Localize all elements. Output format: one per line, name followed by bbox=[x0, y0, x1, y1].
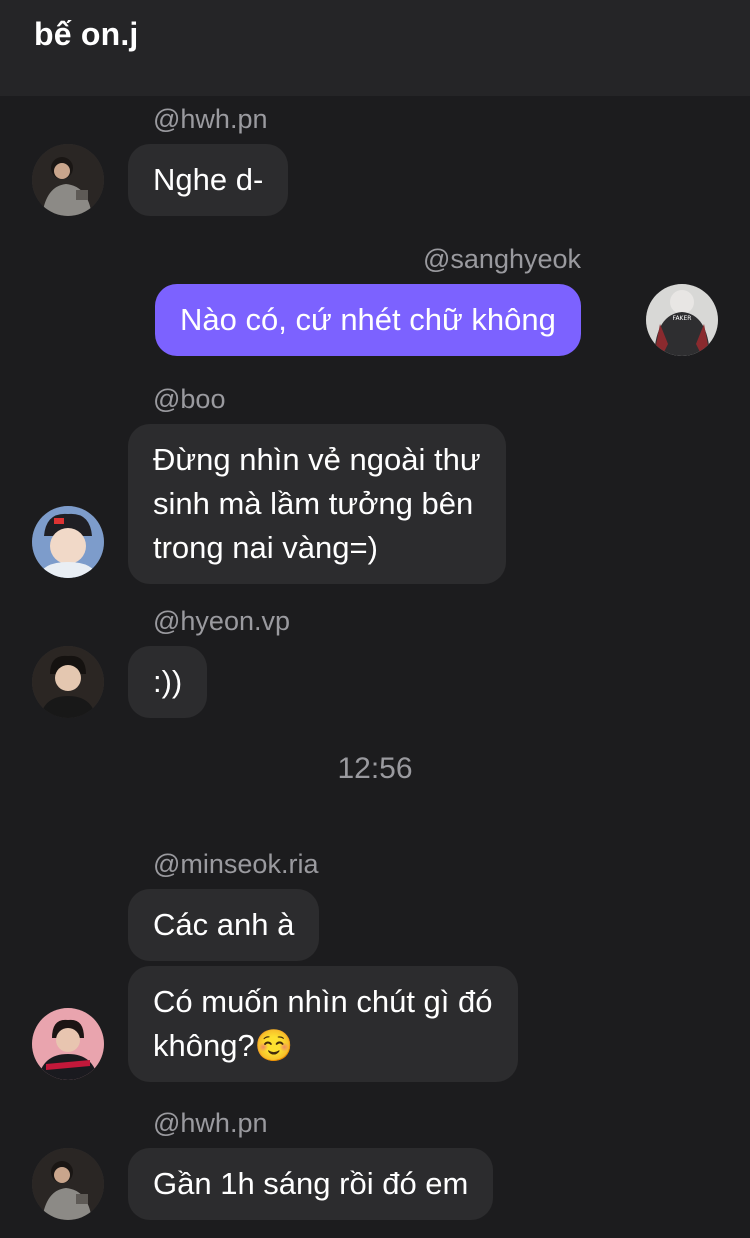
avatar-minseok[interactable] bbox=[32, 1008, 104, 1080]
avatar-hwh[interactable] bbox=[32, 1148, 104, 1220]
chat-title[interactable]: bế on.j bbox=[34, 16, 139, 53]
message-bubble[interactable]: Gần 1h sáng rồi đó em bbox=[128, 1148, 494, 1220]
svg-text:FAKER: FAKER bbox=[673, 315, 692, 322]
message-timestamp: 12:56 bbox=[337, 752, 413, 785]
my-message-bubble[interactable]: Nào có, cứ nhét chữ không bbox=[155, 284, 581, 356]
message-username[interactable]: @minseok.ria bbox=[153, 849, 318, 880]
avatar-sanghyeok[interactable]: FAKER bbox=[646, 284, 718, 356]
message-username[interactable]: @hyeon.vp bbox=[153, 606, 290, 637]
message-username[interactable]: @hwh.pn bbox=[153, 104, 267, 135]
message-username[interactable]: @boo bbox=[153, 384, 225, 415]
message-username[interactable]: @hwh.pn bbox=[153, 1108, 267, 1139]
message-username[interactable]: @sanghyeok bbox=[423, 244, 581, 275]
avatar-boo[interactable] bbox=[32, 506, 104, 578]
message-bubble[interactable]: Các anh à bbox=[128, 889, 320, 961]
message-bubble[interactable]: Nghe d- bbox=[128, 144, 289, 216]
message-bubble[interactable]: :)) bbox=[128, 646, 208, 718]
message-bubble[interactable]: Có muốn nhìn chút gì đó không?☺️ bbox=[128, 966, 518, 1082]
chat-header: bế on.j bbox=[0, 0, 750, 96]
message-list[interactable]: @hwh.pn Nghe d- @sanghyeok Nào có, cứ nh… bbox=[0, 96, 750, 1238]
message-bubble[interactable]: Đừng nhìn vẻ ngoài thư sinh mà lầm tưởng… bbox=[128, 424, 506, 584]
avatar-hwh[interactable] bbox=[32, 144, 104, 216]
avatar-hyeon[interactable] bbox=[32, 646, 104, 718]
